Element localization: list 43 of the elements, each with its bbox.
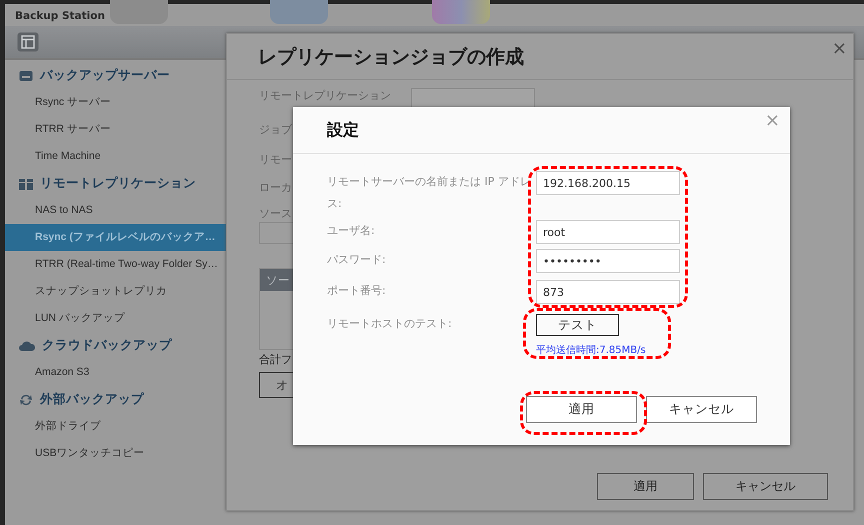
sidebar-item[interactable]: LUN バックアップ: [5, 305, 226, 332]
test-button[interactable]: テスト: [536, 314, 619, 336]
section-heading: クラウドバックアップ: [42, 337, 172, 354]
apply-button[interactable]: 適用: [526, 396, 637, 423]
field-label: ジョブ: [259, 122, 292, 137]
input-field[interactable]: root: [536, 220, 680, 244]
close-icon[interactable]: ×: [832, 38, 847, 59]
section-heading: 外部バックアップ: [40, 391, 144, 408]
field-label: ローカ: [259, 180, 292, 195]
sidebar-item[interactable]: Time Machine: [5, 143, 226, 170]
sidebar-item[interactable]: RTRR (Real-time Two-way Folder Sy…: [5, 251, 226, 278]
window-title: Backup Station: [14, 9, 105, 24]
field-label: 合計フ: [259, 352, 292, 367]
sidebar-item[interactable]: 外部ドライブ: [5, 413, 226, 440]
apply-button[interactable]: 適用: [597, 473, 694, 500]
panel-toggle-icon[interactable]: [17, 32, 39, 52]
cloud-icon: [19, 340, 35, 350]
field-label: ポート番号:: [327, 283, 387, 299]
sidebar-item[interactable]: USBワンタッチコピー: [5, 440, 226, 467]
field-label: ユーザ名:: [327, 223, 376, 239]
input-field[interactable]: •••••••••: [536, 249, 680, 273]
server-icon: [19, 178, 33, 190]
test-result: 平均送信時間:7.85MB/s: [536, 344, 646, 357]
cancel-button[interactable]: キャンセル: [703, 473, 828, 500]
sync-icon: [19, 392, 33, 406]
sidebar-item[interactable]: スナップショットレプリカ: [5, 278, 226, 305]
sidebar-item[interactable]: Rsync サーバー: [5, 89, 226, 116]
field-label: リモー: [259, 152, 292, 167]
field-label: リモートホストのテスト:: [327, 316, 453, 332]
drive-icon: [19, 70, 33, 82]
close-icon[interactable]: ×: [764, 110, 780, 131]
sidebar-item[interactable]: Rsync (ファイルレベルのバックア…: [5, 224, 226, 251]
sidebar-item[interactable]: Amazon S3: [5, 359, 226, 386]
cancel-button[interactable]: キャンセル: [646, 396, 757, 423]
input-field[interactable]: 192.168.200.15: [536, 171, 680, 195]
field-label: ソース: [259, 206, 292, 221]
input-field[interactable]: 873: [536, 280, 680, 304]
section-heading: リモートレプリケーション: [40, 175, 196, 192]
field-label: パスワード:: [327, 252, 387, 268]
sidebar-item[interactable]: NAS to NAS: [5, 197, 226, 224]
section-heading: バックアップサーバー: [40, 67, 170, 84]
field-label: リモートレプリケーション: [259, 88, 391, 103]
sidebar-item[interactable]: RTRR サーバー: [5, 116, 226, 143]
